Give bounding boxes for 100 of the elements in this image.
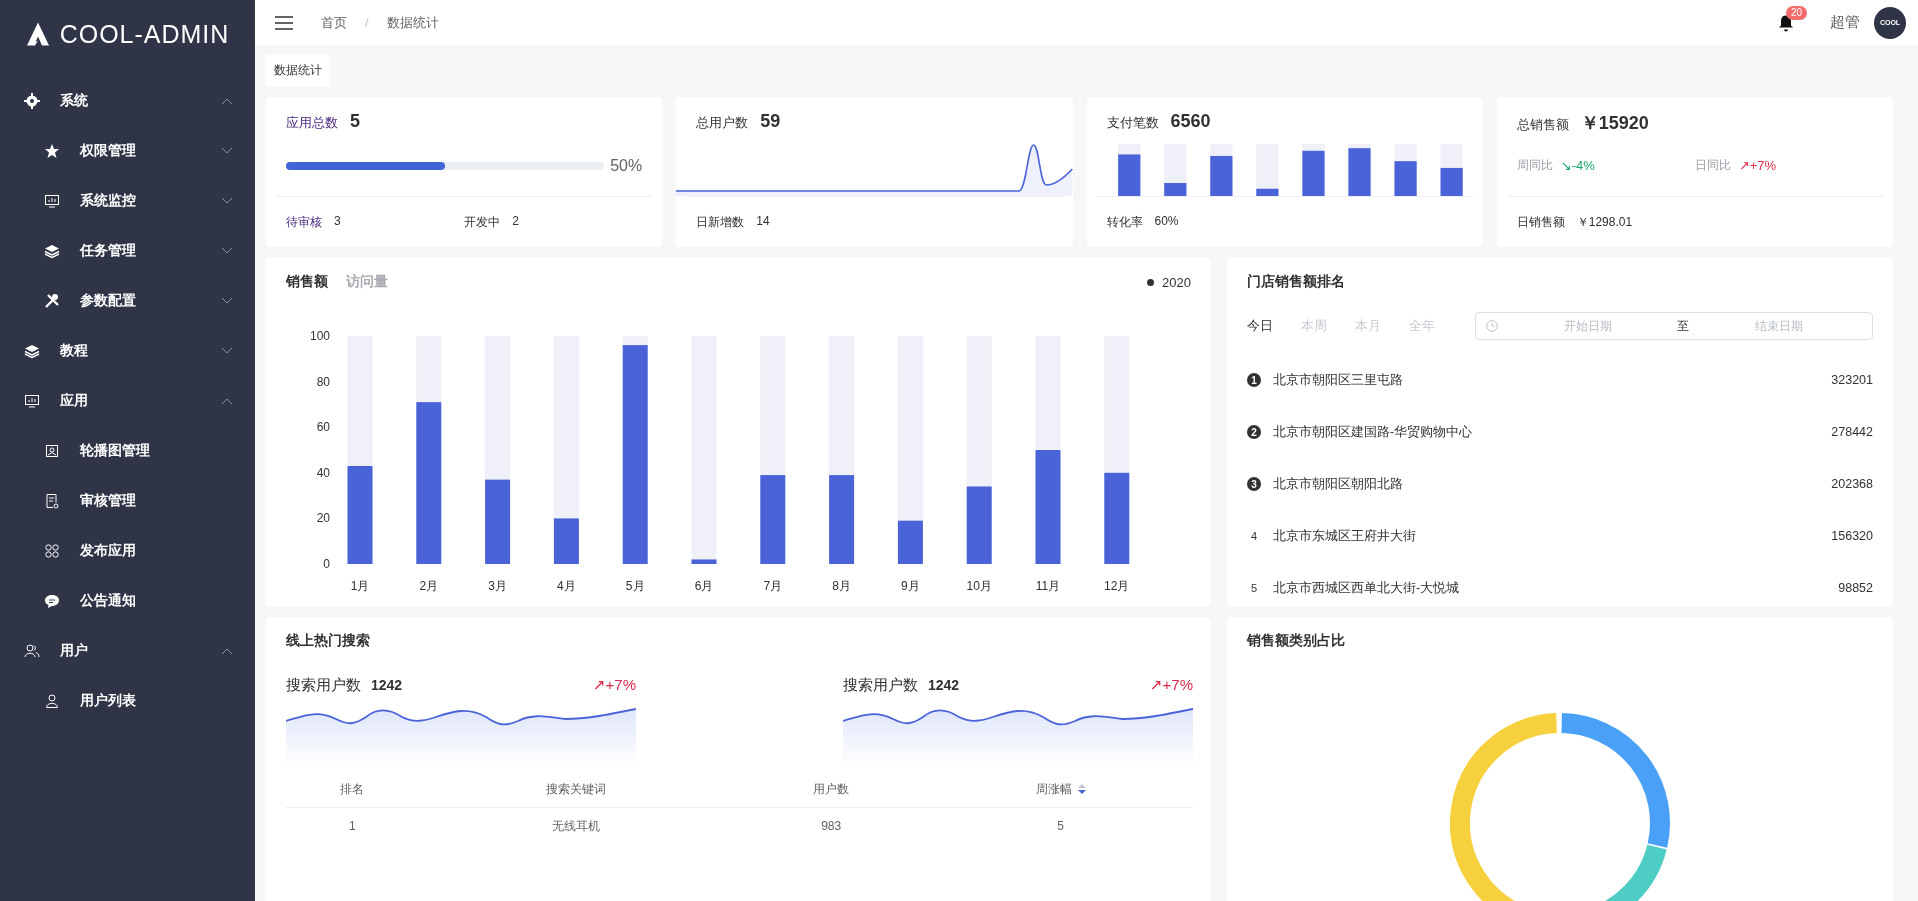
column-header: 排名: [286, 771, 419, 808]
mini-bar-background: [1393, 144, 1417, 162]
axis-label: 8月: [832, 579, 851, 593]
axis-label: 40: [316, 465, 330, 480]
sidebar-item[interactable]: 任务管理: [0, 226, 255, 276]
grid-icon: [44, 543, 60, 559]
store-name: 北京市东城区王府井大街: [1273, 527, 1417, 545]
footer-value: 3: [334, 213, 341, 230]
sidebar-item[interactable]: 系统: [0, 76, 255, 126]
mini-bar: [1255, 188, 1279, 196]
sidebar-item[interactable]: 系统监控: [0, 176, 255, 226]
axis-label: 60: [316, 420, 330, 435]
logo-icon: [25, 21, 50, 47]
mini-bar-background: [1117, 144, 1140, 155]
footer-value: 14: [756, 213, 770, 230]
rank-number: 4: [1249, 530, 1259, 542]
document-icon: [44, 493, 60, 509]
store-name: 北京市西城区西单北大街-大悦城: [1273, 579, 1461, 597]
mini-bar: [1117, 154, 1140, 196]
mini-bar: [1301, 150, 1325, 196]
period-tab[interactable]: 今日: [1247, 317, 1273, 335]
sidebar-item[interactable]: 公告通知: [0, 576, 255, 626]
layers-icon: [44, 243, 60, 259]
card-title: 门店销售额排名: [1247, 272, 1346, 291]
rank-number: 5: [1249, 582, 1259, 594]
axis-label: 7月: [763, 579, 783, 593]
axis-label: 9月: [901, 579, 920, 593]
rank-badge: 2: [1247, 425, 1261, 439]
trend-label: 日同比: [1694, 157, 1731, 174]
sidebar-item[interactable]: 教程: [0, 326, 255, 376]
logo-text: COOL-ADMIN: [59, 19, 230, 49]
clock-icon: [1486, 320, 1498, 332]
stat-value: 5: [350, 111, 360, 132]
sidebar-item[interactable]: 用户: [0, 626, 255, 676]
bar: [553, 518, 579, 564]
stat-title: 总销售额: [1516, 116, 1569, 134]
rank-badge: 1: [1247, 373, 1261, 387]
table-cell: 1: [286, 807, 419, 844]
sort-icon[interactable]: [1077, 784, 1086, 795]
page-tab[interactable]: 数据统计: [266, 55, 330, 86]
end-date-input[interactable]: 结束日期: [1695, 318, 1862, 334]
monitor-icon: [24, 393, 40, 409]
sidebar-item[interactable]: 轮播图管理: [0, 426, 255, 476]
chevron-down-icon: [221, 347, 233, 355]
monitor-icon: [44, 193, 60, 209]
axis-label: 11月: [1035, 579, 1061, 593]
store-name: 北京市朝阳区建国路-华贸购物中心: [1273, 423, 1474, 441]
stat-value: 6560: [1170, 111, 1211, 132]
chevron-down-icon: [221, 297, 233, 305]
column-header: 搜索关键词: [418, 771, 735, 808]
axis-label: 12月: [1104, 579, 1130, 593]
column-header: 用户数: [734, 771, 928, 808]
sales-amount: 202368: [1831, 477, 1873, 491]
table-cell: 983: [734, 807, 928, 844]
chevron-down-icon: [221, 197, 233, 205]
card-title: 线上热门搜索: [286, 631, 371, 650]
footer-value: 2: [512, 213, 519, 230]
mini-bar-background: [1347, 144, 1371, 149]
progress-reading: 50%: [610, 156, 643, 175]
trend-value: ↗+7%: [1738, 158, 1777, 173]
sidebar-item[interactable]: 用户列表: [0, 676, 255, 726]
footer-label: 日销售额: [1516, 213, 1565, 231]
column-header[interactable]: 周涨幅: [928, 771, 1193, 808]
stat-value: 1242: [928, 677, 961, 693]
axis-label: 6月: [694, 579, 714, 593]
breadcrumb-link[interactable]: 首页: [321, 13, 347, 32]
mini-bar: [1440, 167, 1463, 196]
footer-value: ￥1298.01: [1576, 213, 1633, 231]
sales-amount: 323201: [1831, 373, 1873, 387]
stat-title: 支付笔数: [1106, 114, 1159, 132]
range-separator: 至: [1677, 317, 1689, 335]
chat-bubble-icon: [44, 593, 60, 609]
chevron-up-icon: [221, 647, 233, 655]
stat-change: ↗+7%: [593, 676, 636, 694]
store-name: 北京市朝阳区三里屯路: [1273, 371, 1404, 389]
menu-icon[interactable]: [275, 15, 293, 30]
breadcrumb-link[interactable]: 数据统计: [386, 13, 439, 32]
mini-bar-background: [1209, 144, 1232, 156]
date-range-field[interactable]: 开始日期 至 结束日期: [1475, 312, 1873, 340]
picture-frame-icon: [44, 443, 60, 459]
sidebar-item[interactable]: 发布应用: [0, 526, 255, 576]
axis-label: 3月: [488, 579, 507, 593]
axis-label: 4月: [557, 579, 576, 593]
footer-label: 日新增数: [696, 213, 745, 231]
chevron-down-icon: [221, 247, 233, 255]
store-name: 北京市朝阳区朝阳北路: [1273, 475, 1404, 493]
start-date-input[interactable]: 开始日期: [1504, 318, 1671, 334]
user-name[interactable]: 超管: [1830, 13, 1860, 32]
chevron-down-icon: [221, 147, 233, 155]
sidebar-item[interactable]: 参数配置: [0, 276, 255, 326]
mini-bar-background: [1301, 144, 1325, 151]
sidebar-item[interactable]: 权限管理: [0, 126, 255, 176]
chart-tab[interactable]: 销售额: [286, 273, 328, 291]
sales-amount: 156320: [1831, 529, 1873, 543]
axis-label: 2月: [419, 579, 439, 593]
sidebar-item[interactable]: 审核管理: [0, 476, 255, 526]
layers-icon: [24, 343, 40, 359]
stat-change: ↗+7%: [1150, 676, 1193, 694]
gear-icon: [24, 93, 40, 109]
sidebar-item[interactable]: 应用: [0, 376, 255, 426]
